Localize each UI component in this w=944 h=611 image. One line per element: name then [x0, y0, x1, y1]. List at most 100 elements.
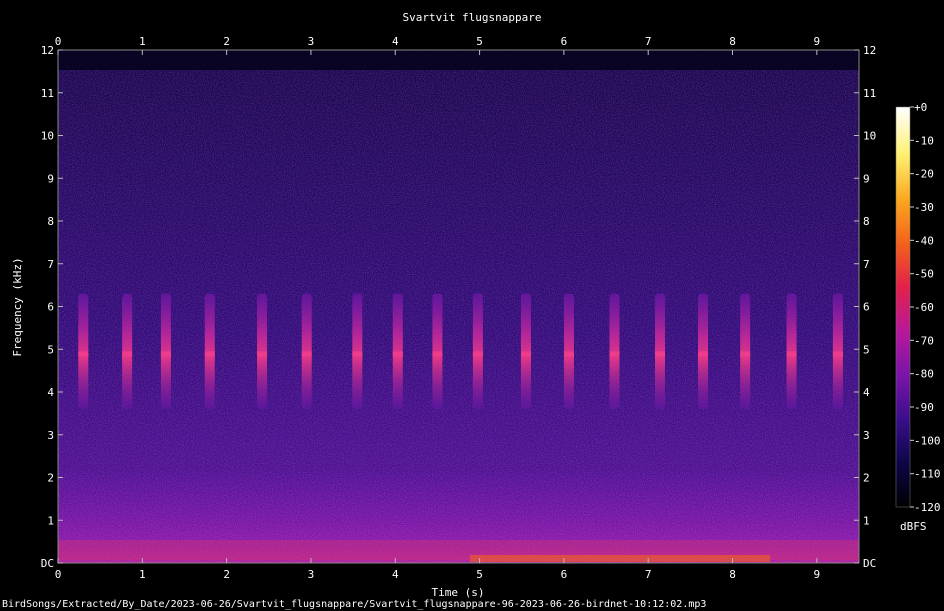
bird-call-harmonic-1 — [78, 351, 89, 357]
bird-call-16 — [740, 293, 751, 410]
colorbar-tick-label: -40 — [914, 234, 934, 247]
colorbar: +0 -10 -20 -30 -40 -50 -60 -70 -80 -90 -100 -110 -12… — [895, 101, 941, 533]
y-tick-label-left: 10 — [41, 130, 54, 143]
y-tick-label-right: 12 — [863, 44, 876, 57]
quiet-band-top — [58, 50, 859, 70]
x-tick-label-top: 9 — [814, 35, 821, 48]
x-tick-label-top: 4 — [392, 35, 399, 48]
spectrogram-figure: Svartvit flugsnappare 001122334455667788… — [2, 11, 941, 610]
x-tick-label-top: 5 — [476, 35, 483, 48]
file-path-caption: BirdSongs/Extracted/By_Date/2023-06-26/S… — [2, 599, 706, 610]
y-tick-label-right: 8 — [863, 215, 870, 228]
y-tick-label-left: 3 — [47, 429, 54, 442]
x-axis-label: Time (s) — [432, 586, 485, 599]
colorbar-tick-label: -120 — [914, 501, 941, 514]
bird-call-11 — [520, 293, 531, 410]
y-axis-label: Frequency (kHz) — [11, 257, 24, 356]
bird-call-harmonic-4 — [204, 351, 215, 357]
x-tick-label-bottom: 0 — [55, 568, 62, 581]
bird-call-harmonic-5 — [257, 351, 268, 357]
x-tick-label-top: 6 — [561, 35, 568, 48]
bird-call-3 — [160, 293, 171, 410]
colorbar-tick-label: -110 — [914, 468, 941, 481]
y-tick-label-right: 10 — [863, 130, 876, 143]
y-tick-label-right: 5 — [863, 343, 870, 356]
bird-call-harmonic-14 — [655, 351, 666, 357]
x-tick-label-bottom: 1 — [139, 568, 146, 581]
x-tick-label-bottom: 8 — [729, 568, 736, 581]
bird-call-harmonic-6 — [301, 351, 312, 357]
y-tick-label-left: 11 — [41, 87, 54, 100]
bird-call-harmonic-17 — [786, 351, 797, 357]
x-tick-label-top: 3 — [308, 35, 315, 48]
x-tick-label-bottom: 5 — [476, 568, 483, 581]
y-tick-label-left: 6 — [47, 301, 54, 314]
y-tick-label-right: 7 — [863, 258, 870, 271]
bird-call-9 — [432, 293, 443, 410]
x-tick-label-bottom: 2 — [223, 568, 230, 581]
y-tick-label-left: DC — [41, 557, 54, 570]
bird-call-harmonic-3 — [160, 351, 171, 357]
x-tick-label-top: 7 — [645, 35, 652, 48]
bird-call-13 — [609, 293, 620, 410]
y-tick-label-right: 6 — [863, 301, 870, 314]
bird-call-14 — [655, 293, 666, 410]
colorbar-tick-label: -70 — [914, 334, 934, 347]
bird-call-harmonic-13 — [609, 351, 620, 357]
chart-title: Svartvit flugsnappare — [402, 11, 541, 24]
bird-call-6 — [301, 293, 312, 410]
x-tick-label-top: 0 — [55, 35, 62, 48]
bird-call-harmonic-9 — [432, 351, 443, 357]
spectrogram-noise — [58, 50, 859, 563]
bird-call-18 — [832, 293, 843, 410]
y-tick-label-right: 4 — [863, 386, 870, 399]
colorbar-tick-label: -50 — [914, 268, 934, 281]
colorbar-tick-label: -80 — [914, 368, 934, 381]
colorbar-scale — [895, 106, 911, 508]
y-tick-label-right: 9 — [863, 172, 870, 185]
bird-call-harmonic-16 — [740, 351, 751, 357]
bird-call-4 — [204, 293, 215, 410]
y-tick-label-right: 2 — [863, 472, 870, 485]
x-tick-label-bottom: 7 — [645, 568, 652, 581]
y-tick-label-right: 11 — [863, 87, 876, 100]
dc-hotspot — [470, 555, 770, 562]
y-tick-label-left: 9 — [47, 172, 54, 185]
y-tick-label-right: 1 — [863, 514, 870, 527]
colorbar-tick-label: +0 — [914, 101, 927, 114]
colorbar-tick-label: -60 — [914, 301, 934, 314]
colorbar-ticks: +0 -10 -20 -30 -40 -50 -60 -70 -80 -90 -100 -110 -12… — [910, 101, 941, 514]
bird-call-harmonic-8 — [392, 351, 403, 357]
y-tick-label-right: DC — [863, 557, 876, 570]
colorbar-tick-label: -20 — [914, 168, 934, 181]
bird-call-10 — [472, 293, 483, 410]
bird-call-harmonic-2 — [122, 351, 133, 357]
colorbar-tick-label: -10 — [914, 134, 934, 147]
y-tick-label-left: 4 — [47, 386, 54, 399]
colorbar-tick-label: -90 — [914, 401, 934, 414]
colorbar-label: dBFS — [900, 520, 927, 533]
bird-call-harmonic-7 — [352, 351, 363, 357]
y-tick-label-left: 12 — [41, 44, 54, 57]
x-tick-label-top: 1 — [139, 35, 146, 48]
bird-call-8 — [392, 293, 403, 410]
bird-call-17 — [786, 293, 797, 410]
x-tick-label-bottom: 6 — [561, 568, 568, 581]
bird-call-2 — [122, 293, 133, 410]
bird-call-harmonic-18 — [832, 351, 843, 357]
y-tick-label-left: 2 — [47, 472, 54, 485]
x-tick-label-bottom: 3 — [308, 568, 315, 581]
y-tick-label-right: 3 — [863, 429, 870, 442]
y-tick-label-left: 5 — [47, 343, 54, 356]
bird-call-1 — [78, 293, 89, 410]
colorbar-tick-label: -30 — [914, 201, 934, 214]
x-tick-label-top: 8 — [729, 35, 736, 48]
bird-call-harmonic-15 — [698, 351, 709, 357]
y-tick-label-left: 8 — [47, 215, 54, 228]
bird-call-15 — [698, 293, 709, 410]
x-tick-label-bottom: 9 — [814, 568, 821, 581]
bird-call-7 — [352, 293, 363, 410]
bird-call-harmonic-11 — [520, 351, 531, 357]
y-tick-label-left: 1 — [47, 514, 54, 527]
colorbar-tick-label: -100 — [914, 434, 941, 447]
